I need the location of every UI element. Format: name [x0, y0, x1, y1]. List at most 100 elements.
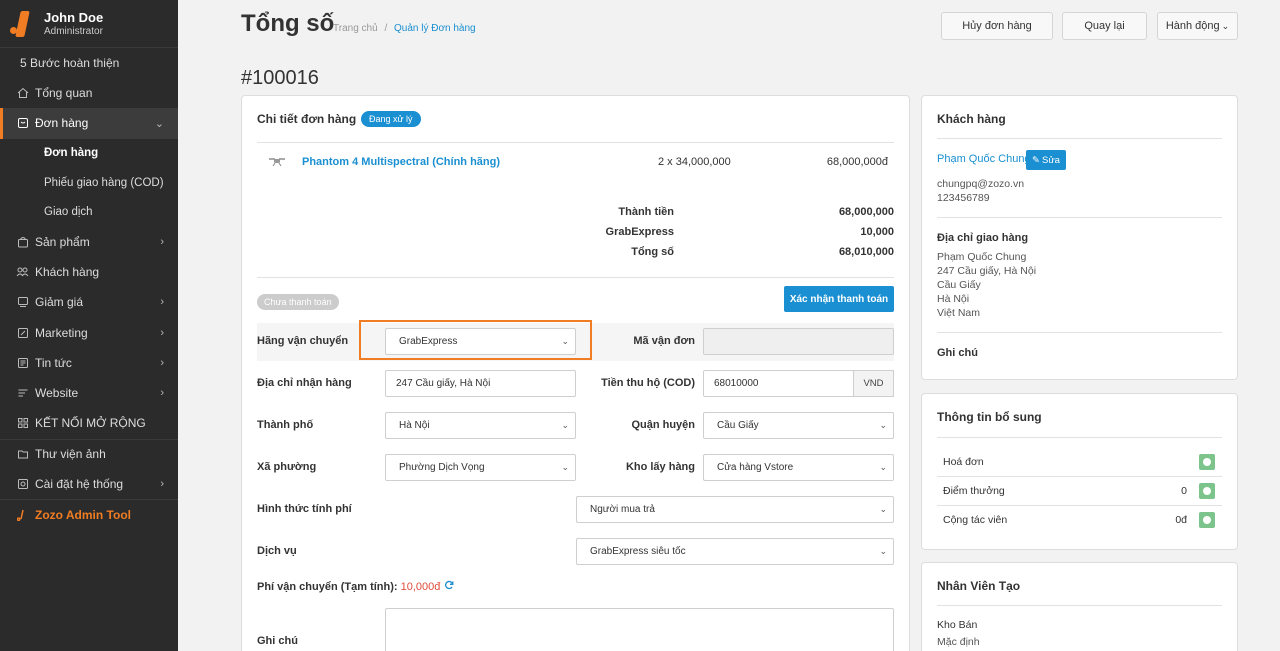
order-id: #100016 — [241, 67, 319, 89]
shipping-value: 10,000 — [860, 226, 894, 238]
divider — [937, 332, 1222, 333]
breadcrumb: Trang chủ / Quản lý Đơn hàng — [333, 23, 476, 34]
carrier-highlight-box — [359, 320, 592, 360]
actions-dropdown[interactable]: Hành động ⌄ — [1157, 12, 1238, 40]
sidebar-subitem-orders[interactable]: Đơn hàng — [0, 139, 178, 168]
chevron-down-icon: ⌄ — [879, 462, 887, 472]
logo-icon — [10, 10, 34, 37]
invoice-label: Hoá đơn — [943, 456, 984, 468]
pencil-icon: ✎ — [1032, 154, 1040, 166]
refresh-icon[interactable] — [444, 580, 454, 593]
extra-info-title: Thông tin bổ sung — [937, 410, 1042, 424]
order-icon — [16, 117, 29, 130]
sidebar-item-overview[interactable]: Tổng quan — [0, 78, 178, 108]
city-label: Thành phố — [257, 419, 314, 431]
confirm-payment-button[interactable]: Xác nhận thanh toán — [784, 286, 894, 312]
product-qty-price: 2 x 34,000,000 — [658, 156, 731, 168]
sidebar-item-label: Tổng quan — [35, 86, 93, 101]
fee-method-select[interactable]: Người mua trả ⌄ — [576, 496, 894, 523]
sidebar-item-zozo-admin-tool[interactable]: Zozo Admin Tool — [0, 499, 178, 529]
add-points-button[interactable] — [1199, 483, 1215, 499]
customer-name-link[interactable]: Phạm Quốc Chung — [937, 153, 1031, 165]
chevron-down-icon: ⌄ — [154, 117, 164, 130]
sidebar-item-products[interactable]: Sản phẩm › — [0, 226, 178, 256]
sidebar-item-orders[interactable]: Đơn hàng ⌄ — [0, 108, 178, 139]
bag-icon — [16, 235, 29, 248]
sidebar-subitem-transactions[interactable]: Giao dịch — [0, 197, 178, 226]
sidebar-item-discounts[interactable]: Giảm giá › — [0, 287, 178, 317]
sidebar-subitem-cod[interactable]: Phiếu giao hàng (COD) — [0, 168, 178, 197]
user-panel[interactable]: John Doe Administrator — [0, 0, 178, 48]
sidebar-item-integrations[interactable]: KẾT NỐI MỞ RỘNG — [0, 408, 178, 438]
chevron-down-icon: ⌄ — [1221, 20, 1230, 31]
customer-email: chungpq@zozo.vn — [937, 178, 1025, 190]
breadcrumb-home[interactable]: Trang chủ — [333, 23, 378, 34]
home-icon — [16, 87, 29, 100]
subtotal-label: Thành tiền — [618, 206, 674, 218]
actions-label: Hành động — [1165, 20, 1220, 32]
note-textarea[interactable] — [385, 608, 894, 651]
ward-select-value: Phường Dịch Vọng — [399, 462, 485, 473]
breadcrumb-current[interactable]: Quản lý Đơn hàng — [394, 23, 476, 34]
sales-warehouse-label: Kho Bán — [937, 619, 978, 631]
sidebar-item-marketing[interactable]: Marketing › — [0, 317, 178, 347]
carrier-label: Hãng vận chuyển — [257, 335, 349, 347]
affiliate-label: Cộng tác viên — [943, 514, 1008, 526]
warehouse-select[interactable]: Cửa hàng Vstore ⌄ — [703, 454, 894, 481]
divider — [937, 476, 1222, 477]
service-select-value: GrabExpress siêu tốc — [590, 546, 686, 557]
divider — [937, 217, 1222, 218]
sidebar-item-setup[interactable]: 5 Bước hoàn thiện — [0, 48, 178, 78]
shipping-label: GrabExpress — [605, 226, 674, 238]
sidebar-item-settings[interactable]: Cài đặt hệ thống › — [0, 469, 178, 499]
ward-select[interactable]: Phường Dịch Vọng ⌄ — [385, 454, 576, 481]
divider — [257, 277, 894, 278]
ship-name: Phạm Quốc Chung — [937, 251, 1027, 263]
sidebar-item-website[interactable]: Website › — [0, 378, 178, 408]
plus-icon — [1203, 487, 1211, 495]
city-select[interactable]: Hà Nội ⌄ — [385, 412, 576, 439]
chevron-right-icon: › — [160, 356, 164, 369]
folder-icon — [16, 448, 29, 461]
sidebar-item-news[interactable]: Tin tức › — [0, 348, 178, 378]
staff-title: Nhân Viên Tạo — [937, 579, 1021, 593]
add-affiliate-button[interactable] — [1199, 512, 1215, 528]
shipping-fee-line: Phí vận chuyển (Tạm tính): 10,000đ — [257, 580, 454, 593]
settings-icon — [16, 478, 29, 491]
warehouse-select-value: Cửa hàng Vstore — [717, 462, 794, 473]
user-name: John Doe — [44, 9, 104, 25]
sidebar-item-label: Marketing — [35, 325, 88, 340]
city-select-value: Hà Nội — [399, 420, 430, 431]
district-select[interactable]: Cầu Giấy ⌄ — [703, 412, 894, 439]
user-role: Administrator — [44, 25, 103, 37]
sidebar: John Doe Administrator 5 Bước hoàn thiện… — [0, 0, 178, 651]
edit-customer-button[interactable]: ✎ Sửa — [1026, 150, 1066, 170]
service-select[interactable]: GrabExpress siêu tốc ⌄ — [576, 538, 894, 565]
sidebar-item-label: 5 Bước hoàn thiện — [20, 56, 120, 70]
chevron-down-icon: ⌄ — [879, 546, 887, 556]
district-select-value: Cầu Giấy — [717, 420, 759, 431]
cod-input[interactable]: 68010000 — [703, 370, 854, 397]
chevron-right-icon: › — [160, 478, 164, 490]
address-input[interactable]: 247 Cầu giấy, Hà Nội — [385, 370, 576, 397]
ship-street: 247 Cầu giấy, Hà Nội — [937, 265, 1037, 277]
ship-district: Cầu Giấy — [937, 279, 981, 291]
sidebar-item-label: Website — [35, 386, 79, 401]
edit-customer-label: Sửa — [1041, 154, 1060, 166]
fee-method-select-value: Người mua trả — [590, 504, 655, 515]
sidebar-item-media[interactable]: Thư viện ảnh — [0, 438, 178, 469]
sidebar-item-customers[interactable]: Khách hàng — [0, 257, 178, 287]
add-invoice-button[interactable] — [1199, 454, 1215, 470]
address-label: Địa chỉ nhận hàng — [257, 377, 352, 389]
cancel-order-button[interactable]: Hủy đơn hàng — [941, 12, 1053, 40]
chevron-down-icon: ⌄ — [561, 462, 569, 472]
shipping-address-title: Địa chỉ giao hàng — [937, 232, 1029, 244]
breadcrumb-separator: / — [384, 23, 388, 34]
chevron-right-icon: › — [160, 235, 164, 248]
back-button[interactable]: Quay lại — [1062, 12, 1147, 40]
tracking-label: Mã vận đơn — [633, 335, 695, 347]
sales-warehouse-link[interactable]: Mặc định — [937, 635, 980, 649]
warehouse-label: Kho lấy hàng — [625, 461, 695, 473]
tracking-input[interactable] — [703, 328, 894, 355]
product-link[interactable]: Phantom 4 Multispectral (Chính hãng) — [302, 156, 500, 168]
